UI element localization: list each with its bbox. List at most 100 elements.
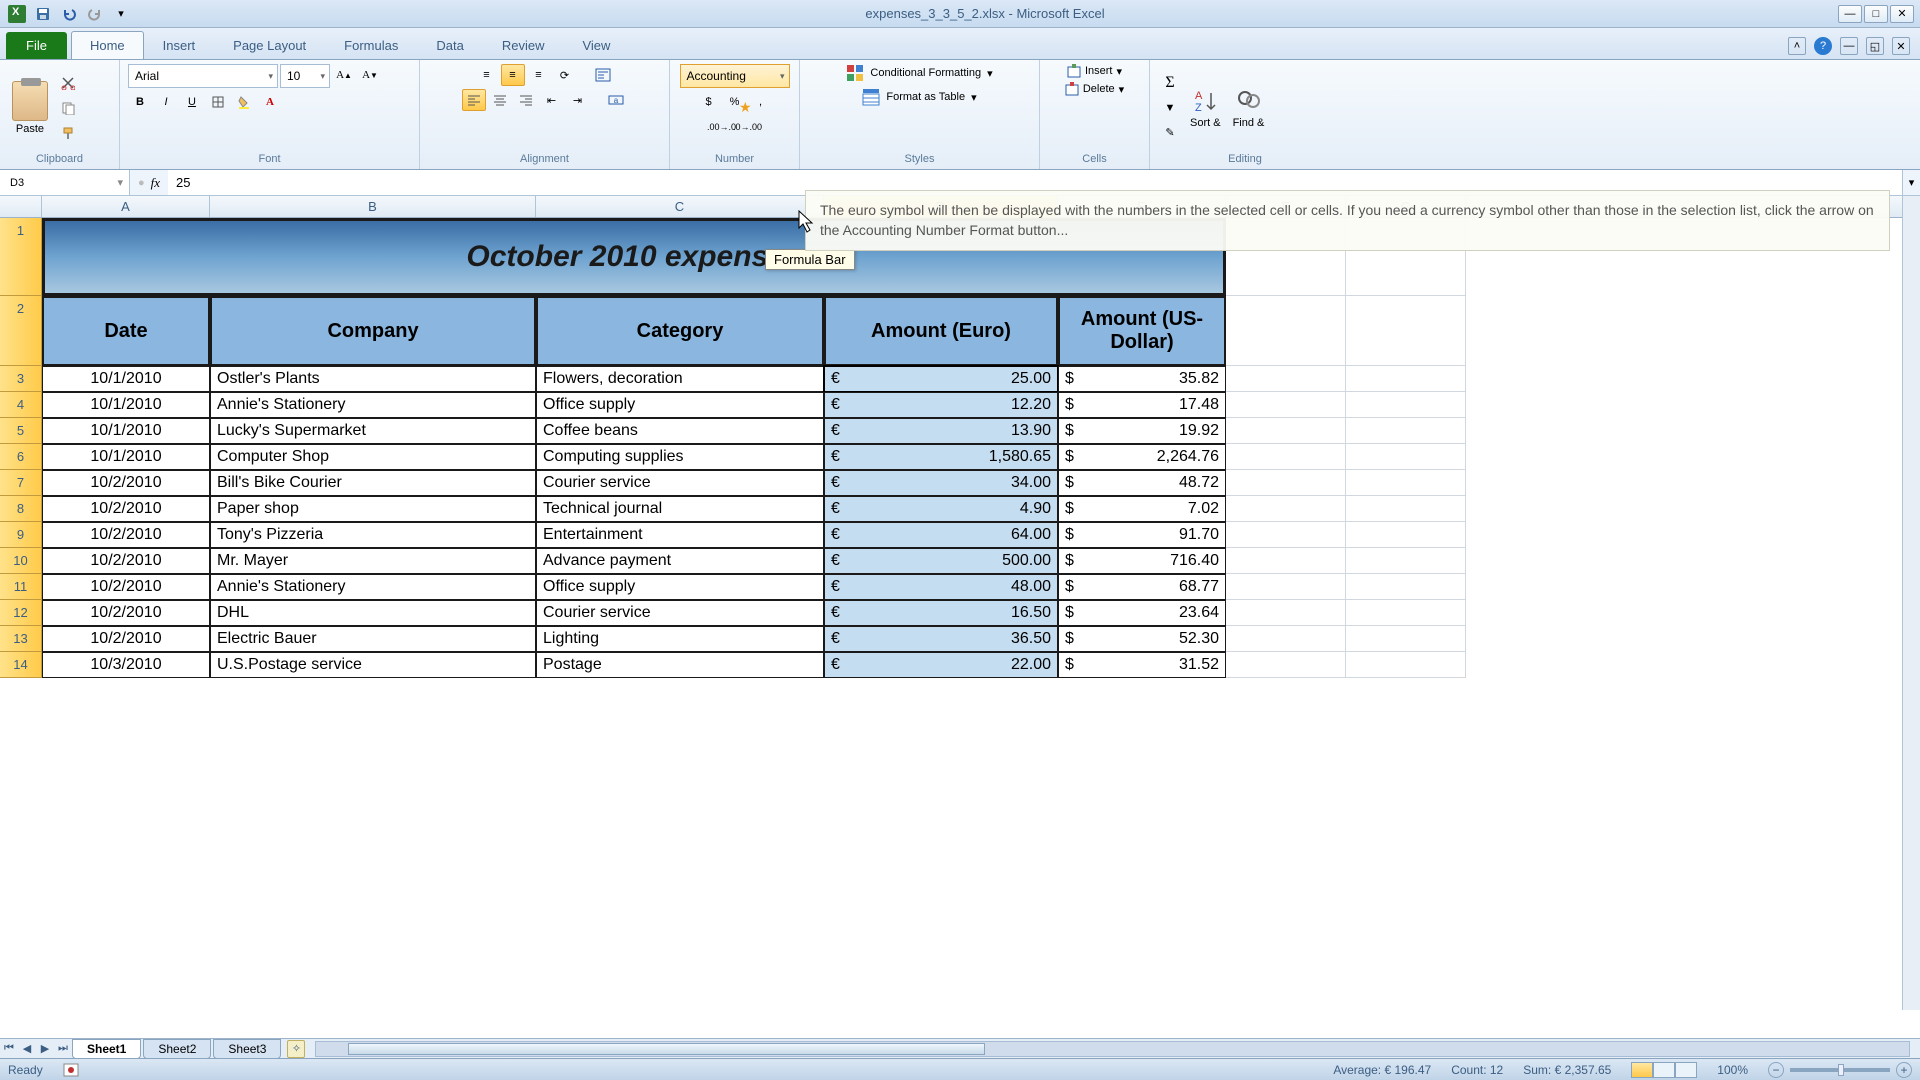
cell-category[interactable]: Office supply	[536, 392, 824, 418]
cell-amount-usd[interactable]: $91.70	[1058, 522, 1226, 548]
cell-category[interactable]: Computing supplies	[536, 444, 824, 470]
fill-color-button[interactable]	[232, 91, 256, 113]
excel-icon[interactable]	[6, 4, 28, 24]
border-button[interactable]	[206, 91, 230, 113]
tab-formulas[interactable]: Formulas	[325, 31, 417, 59]
cell-date[interactable]: 10/3/2010	[42, 652, 210, 678]
help-icon[interactable]: ?	[1814, 37, 1832, 55]
cell-amount-eur[interactable]: €36.50	[824, 626, 1058, 652]
save-button[interactable]	[32, 4, 54, 24]
tab-view[interactable]: View	[563, 31, 629, 59]
next-sheet-button[interactable]: ▶	[36, 1040, 54, 1058]
cell-category[interactable]: Coffee beans	[536, 418, 824, 444]
cell-amount-eur[interactable]: €34.00	[824, 470, 1058, 496]
autosum-button[interactable]: Σ	[1158, 72, 1182, 94]
cell-amount-usd[interactable]: $52.30	[1058, 626, 1226, 652]
accounting-format-button[interactable]: $	[697, 91, 721, 113]
ribbon-min-icon[interactable]: —	[1840, 37, 1858, 55]
cell-category[interactable]: Entertainment	[536, 522, 824, 548]
cell-date[interactable]: 10/2/2010	[42, 522, 210, 548]
cell-amount-eur[interactable]: €64.00	[824, 522, 1058, 548]
clear-button[interactable]: ✎	[1158, 122, 1182, 144]
header-cell[interactable]: Amount (Euro)	[824, 296, 1058, 366]
name-box[interactable]: D3	[0, 170, 130, 195]
cell-date[interactable]: 10/2/2010	[42, 470, 210, 496]
last-sheet-button[interactable]: ⏭	[54, 1040, 72, 1058]
cell-company[interactable]: DHL	[210, 600, 536, 626]
format-as-table-button[interactable]: Format as Table ▾	[862, 88, 976, 106]
cell-date[interactable]: 10/2/2010	[42, 626, 210, 652]
normal-view-button[interactable]	[1631, 1062, 1653, 1078]
cell-category[interactable]: Flowers, decoration	[536, 366, 824, 392]
cell-date[interactable]: 10/1/2010	[42, 366, 210, 392]
insert-cells-button[interactable]: Insert ▾	[1067, 64, 1122, 78]
header-cell[interactable]: Company	[210, 296, 536, 366]
header-cell[interactable]: Amount (US-Dollar)	[1058, 296, 1226, 366]
cell-amount-eur[interactable]: €22.00	[824, 652, 1058, 678]
cell-date[interactable]: 10/2/2010	[42, 548, 210, 574]
vertical-scrollbar[interactable]	[1902, 196, 1920, 1010]
cell-company[interactable]: Annie's Stationery	[210, 392, 536, 418]
cell-date[interactable]: 10/2/2010	[42, 496, 210, 522]
orientation-button[interactable]: ⟳	[553, 64, 577, 86]
conditional-formatting-button[interactable]: Conditional Formatting ▾	[846, 64, 992, 82]
cell-category[interactable]: Courier service	[536, 470, 824, 496]
sheet-tab[interactable]: Sheet1	[72, 1039, 141, 1059]
cell-amount-eur[interactable]: €48.00	[824, 574, 1058, 600]
cell-date[interactable]: 10/2/2010	[42, 574, 210, 600]
decrease-indent-button[interactable]: ⇤	[540, 89, 564, 111]
cell-company[interactable]: Ostler's Plants	[210, 366, 536, 392]
first-sheet-button[interactable]: ⏮	[0, 1040, 18, 1058]
tab-insert[interactable]: Insert	[144, 31, 215, 59]
qat-customize[interactable]: ▾	[110, 4, 132, 24]
minimize-ribbon-icon[interactable]: ˄	[1788, 37, 1806, 55]
page-break-view-button[interactable]	[1675, 1062, 1697, 1078]
prev-sheet-button[interactable]: ◀	[18, 1040, 36, 1058]
font-name-select[interactable]: Arial	[128, 64, 278, 88]
cell-category[interactable]: Courier service	[536, 600, 824, 626]
maximize-button[interactable]: □	[1864, 5, 1888, 23]
cell-date[interactable]: 10/1/2010	[42, 392, 210, 418]
cell-amount-eur[interactable]: €500.00	[824, 548, 1058, 574]
close-button[interactable]: ✕	[1890, 5, 1914, 23]
increase-indent-button[interactable]: ⇥	[566, 89, 590, 111]
align-top-button[interactable]: ≡	[475, 64, 499, 86]
cell-amount-usd[interactable]: $31.52	[1058, 652, 1226, 678]
ribbon-restore-icon[interactable]: ◱	[1866, 37, 1884, 55]
cell-amount-eur[interactable]: €12.20	[824, 392, 1058, 418]
undo-button[interactable]	[58, 4, 80, 24]
new-sheet-button[interactable]: ✧	[287, 1040, 305, 1058]
cell-category[interactable]: Lighting	[536, 626, 824, 652]
decrease-font-button[interactable]: A▼	[358, 64, 382, 86]
cell-amount-usd[interactable]: $716.40	[1058, 548, 1226, 574]
cell-company[interactable]: Paper shop	[210, 496, 536, 522]
cell-amount-eur[interactable]: €4.90	[824, 496, 1058, 522]
zoom-level[interactable]: 100%	[1717, 1063, 1748, 1077]
worksheet-grid[interactable]: A B C D E F G 1 October 2010 expenses 2 …	[0, 196, 1920, 1038]
sort-filter-button[interactable]: AZ Sort &	[1186, 85, 1225, 131]
fill-button[interactable]: ▼	[1158, 97, 1182, 119]
cell-amount-usd[interactable]: $35.82	[1058, 366, 1226, 392]
cell-amount-eur[interactable]: €13.90	[824, 418, 1058, 444]
col-header[interactable]: C	[536, 196, 824, 217]
tab-data[interactable]: Data	[417, 31, 482, 59]
cell-amount-eur[interactable]: €1,580.65	[824, 444, 1058, 470]
wrap-text-button[interactable]	[591, 64, 615, 86]
cell-date[interactable]: 10/2/2010	[42, 600, 210, 626]
zoom-out-button[interactable]: −	[1768, 1062, 1784, 1078]
select-all-corner[interactable]	[0, 196, 42, 217]
cell-category[interactable]: Office supply	[536, 574, 824, 600]
tab-page-layout[interactable]: Page Layout	[214, 31, 325, 59]
cell-company[interactable]: Tony's Pizzeria	[210, 522, 536, 548]
paste-button[interactable]: Paste	[8, 79, 52, 137]
bold-button[interactable]: B	[128, 91, 152, 113]
cell-company[interactable]: U.S.Postage service	[210, 652, 536, 678]
horizontal-scrollbar[interactable]	[315, 1041, 1910, 1057]
comma-format-button[interactable]: ,	[749, 91, 773, 113]
header-cell[interactable]: Category	[536, 296, 824, 366]
sheet-tab[interactable]: Sheet2	[143, 1039, 211, 1059]
decrease-decimal-button[interactable]: .0→.00	[736, 116, 760, 138]
cell-company[interactable]: Computer Shop	[210, 444, 536, 470]
cell-date[interactable]: 10/1/2010	[42, 444, 210, 470]
increase-decimal-button[interactable]: .00→.0	[710, 116, 734, 138]
